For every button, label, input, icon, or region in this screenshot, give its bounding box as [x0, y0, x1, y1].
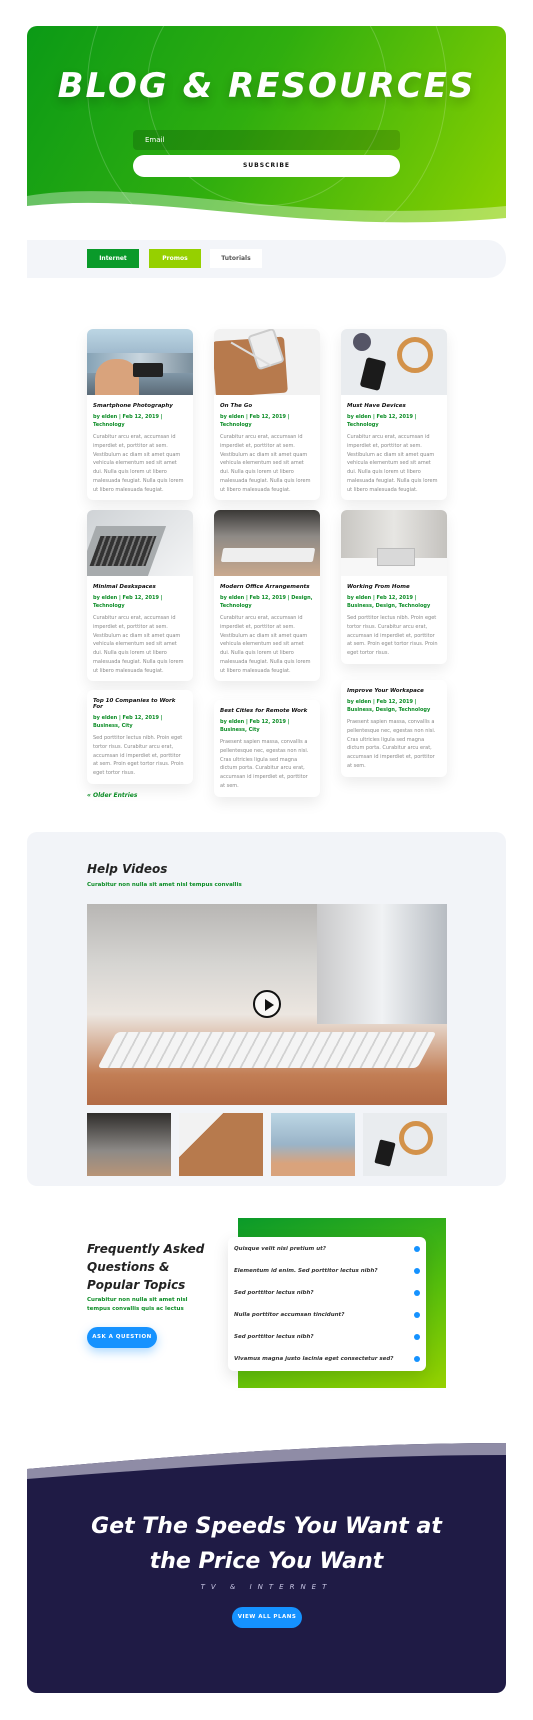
blog-card[interactable]: Smartphone Photography by elden | Feb 12… — [87, 329, 193, 501]
expand-icon[interactable] — [414, 1268, 420, 1274]
post-excerpt: Praesent sapien massa, convallis a pelle… — [220, 739, 309, 789]
faq-subtitle: Curabitur non nulla sit amet nisl tempus… — [87, 1297, 188, 1312]
faq-title: Frequently Asked Questions & Popular Top… — [87, 1242, 205, 1292]
cta-title-line: the Price You Want — [149, 1549, 384, 1575]
older-entries-link[interactable]: « Older Entries — [87, 792, 137, 799]
post-meta: by elden | Feb 12, 2019 | Business, City — [220, 719, 290, 733]
cta-title-line: Get The Speeds You Want at — [91, 1514, 442, 1539]
post-meta: by elden | Feb 12, 2019 | Technology — [93, 595, 163, 609]
post-meta: by elden | Feb 12, 2019 | Design, Techno… — [220, 595, 313, 609]
post-excerpt: Sed porttitor lectus nibh. Proin eget to… — [347, 615, 438, 656]
cta-title: Get The Speeds You Want at the Price You … — [27, 1509, 506, 1579]
video-thumbnail[interactable] — [87, 1113, 171, 1176]
post-excerpt: Curabitur arcu erat, accumsan id imperdi… — [93, 615, 184, 674]
faq-list: Quisque velit nisi pretium ut? Elementum… — [228, 1237, 426, 1371]
faq-item[interactable]: Nulla porttitor accumsan tincidunt? — [234, 1307, 420, 1323]
play-icon[interactable] — [253, 990, 281, 1018]
video-player[interactable] — [87, 904, 447, 1105]
help-videos-section: Help Videos Curabitur non nulla sit amet… — [27, 832, 506, 1186]
blog-card[interactable]: Best Cities for Remote Work by elden | F… — [214, 700, 320, 797]
faq-question: Quisque velit nisi pretium ut? — [234, 1246, 326, 1252]
faq-question: Nulla porttitor accumsan tincidunt? — [234, 1312, 345, 1318]
section-title: Help Videos — [87, 862, 168, 876]
faq-item[interactable]: Vivamus magna justo lacinia eget consect… — [234, 1351, 420, 1367]
post-title[interactable]: Must Have Devices — [347, 403, 441, 409]
post-excerpt: Curabitur arcu erat, accumsan id imperdi… — [220, 615, 311, 674]
post-image[interactable] — [214, 510, 320, 576]
post-meta: by elden | Feb 12, 2019 | Business, Desi… — [347, 595, 431, 609]
faq-question: Sed porttitor lectus nibh? — [234, 1290, 314, 1296]
post-title[interactable]: Modern Office Arrangements — [220, 584, 314, 590]
blog-card[interactable]: On The Go by elden | Feb 12, 2019 | Tech… — [214, 329, 320, 501]
post-title[interactable]: Improve Your Workspace — [347, 688, 441, 694]
blog-card[interactable]: Working From Home by elden | Feb 12, 201… — [341, 510, 447, 664]
hero-wave — [27, 191, 506, 226]
video-thumbnail[interactable] — [363, 1113, 447, 1176]
faq-question: Elementum id enim. Sed porttitor lectus … — [234, 1268, 378, 1274]
blog-card[interactable]: Top 10 Companies to Work For by elden | … — [87, 690, 193, 784]
post-excerpt: Curabitur arcu erat, accumsan id imperdi… — [347, 434, 438, 493]
post-excerpt: Curabitur arcu erat, accumsan id imperdi… — [93, 434, 184, 493]
blog-card[interactable]: Improve Your Workspace by elden | Feb 12… — [341, 680, 447, 777]
post-excerpt: Sed porttitor lectus nibh. Proin eget to… — [93, 735, 184, 776]
post-title[interactable]: On The Go — [220, 403, 314, 409]
expand-icon[interactable] — [414, 1312, 420, 1318]
expand-icon[interactable] — [414, 1246, 420, 1252]
post-meta: by elden | Feb 12, 2019 | Business, Desi… — [347, 699, 431, 713]
expand-icon[interactable] — [414, 1356, 420, 1362]
post-excerpt: Curabitur arcu erat, accumsan id imperdi… — [220, 434, 311, 493]
tab-tutorials[interactable]: Tutorials — [210, 249, 262, 268]
view-all-plans-button[interactable]: VIEW ALL PLANS — [232, 1607, 302, 1628]
faq-question: Vivamus magna justo lacinia eget consect… — [234, 1356, 394, 1362]
blog-card[interactable]: Minimal Deskspaces by elden | Feb 12, 20… — [87, 510, 193, 682]
post-meta: by elden | Feb 12, 2019 | Business, City — [93, 715, 163, 729]
post-meta: by elden | Feb 12, 2019 | Technology — [220, 414, 290, 428]
post-meta: by elden | Feb 12, 2019 | Technology — [347, 414, 417, 428]
faq-item[interactable]: Quisque velit nisi pretium ut? — [234, 1241, 420, 1257]
section-subtitle: Curabitur non nulla sit amet nisl tempus… — [87, 882, 242, 888]
cta-wave — [27, 1433, 506, 1479]
post-title[interactable]: Minimal Deskspaces — [93, 584, 187, 590]
post-image[interactable] — [87, 510, 193, 576]
page-title: BLOG & RESOURCES — [57, 66, 476, 106]
post-image[interactable] — [341, 510, 447, 576]
blog-card[interactable]: Modern Office Arrangements by elden | Fe… — [214, 510, 320, 682]
tab-internet[interactable]: Internet — [87, 249, 139, 268]
video-thumbnail[interactable] — [179, 1113, 263, 1176]
post-image[interactable] — [214, 329, 320, 395]
post-meta: by elden | Feb 12, 2019 | Technology — [93, 414, 163, 428]
post-title[interactable]: Top 10 Companies to Work For — [93, 698, 187, 710]
email-field[interactable]: Email — [133, 130, 400, 150]
faq-question: Sed porttitor lectus nibh? — [234, 1334, 314, 1340]
post-excerpt: Praesent sapien massa, convallis a pelle… — [347, 719, 436, 769]
cta-subtitle: TV & INTERNET — [200, 1583, 333, 1591]
post-title[interactable]: Working From Home — [347, 584, 441, 590]
post-title[interactable]: Best Cities for Remote Work — [220, 708, 314, 714]
faq-item[interactable]: Elementum id enim. Sed porttitor lectus … — [234, 1263, 420, 1279]
blog-card[interactable]: Must Have Devices by elden | Feb 12, 201… — [341, 329, 447, 501]
cta-section: Get The Speeds You Want at the Price You … — [27, 1433, 506, 1693]
ask-question-button[interactable]: ASK A QUESTION — [87, 1327, 157, 1348]
expand-icon[interactable] — [414, 1290, 420, 1296]
category-tabs: Internet Promos Tutorials — [27, 240, 506, 278]
hero-banner: BLOG & RESOURCES Email SUBSCRIBE — [27, 26, 506, 226]
faq-item[interactable]: Sed porttitor lectus nibh? — [234, 1329, 420, 1345]
expand-icon[interactable] — [414, 1334, 420, 1340]
video-thumbnail[interactable] — [271, 1113, 355, 1176]
post-image[interactable] — [341, 329, 447, 395]
tab-promos[interactable]: Promos — [149, 249, 201, 268]
post-image[interactable] — [87, 329, 193, 395]
post-title[interactable]: Smartphone Photography — [93, 403, 187, 409]
faq-item[interactable]: Sed porttitor lectus nibh? — [234, 1285, 420, 1301]
